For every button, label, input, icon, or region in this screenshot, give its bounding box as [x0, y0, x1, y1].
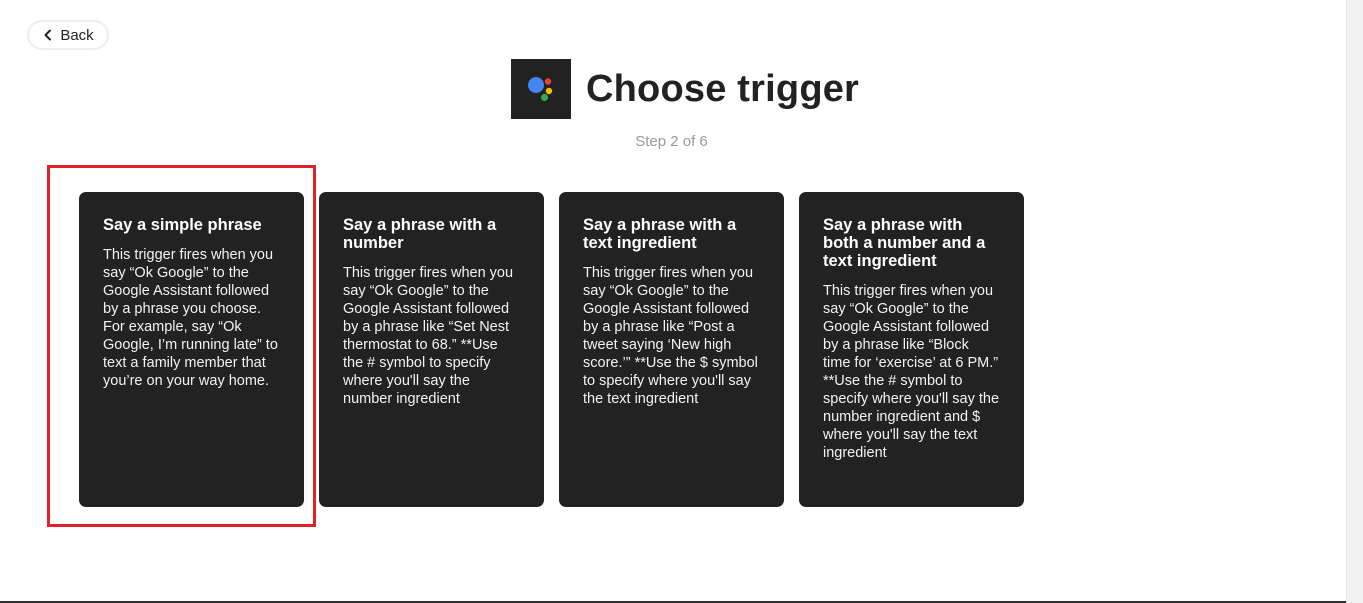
card-description: This trigger fires when you say “Ok Goog… [823, 283, 1000, 461]
card-title: Say a phrase with both a number and a te… [823, 216, 986, 270]
card-description: This trigger fires when you say “Ok Goog… [583, 265, 758, 407]
back-label: Back [60, 26, 94, 44]
trigger-card-phrase-number-text[interactable]: Say a phrase with both a number and a te… [799, 192, 1024, 507]
page-header: Choose trigger [511, 59, 859, 119]
card-description: This trigger fires when you say “Ok Goog… [343, 265, 514, 407]
step-indicator: Step 2 of 6 [635, 133, 708, 150]
card-title: Say a phrase with a text ingredient [583, 216, 737, 252]
google-assistant-icon [511, 59, 571, 119]
page-title: Choose trigger [586, 67, 860, 110]
card-title: Say a simple phrase [103, 216, 262, 234]
card-description: This trigger fires when you say “Ok Goog… [103, 247, 278, 389]
trigger-card-phrase-text[interactable]: Say a phrase with a text ingredient This… [559, 192, 784, 507]
trigger-card-phrase-number[interactable]: Say a phrase with a number This trigger … [319, 192, 544, 507]
card-title: Say a phrase with a number [343, 216, 497, 252]
trigger-card-simple-phrase[interactable]: Say a simple phrase This trigger fires w… [79, 192, 304, 507]
page: Back Choose trigger Step 2 of 6 Say a si… [0, 0, 1363, 603]
back-button[interactable]: Back [27, 20, 109, 50]
chevron-left-icon [44, 29, 52, 41]
vertical-scrollbar[interactable] [1346, 0, 1363, 603]
